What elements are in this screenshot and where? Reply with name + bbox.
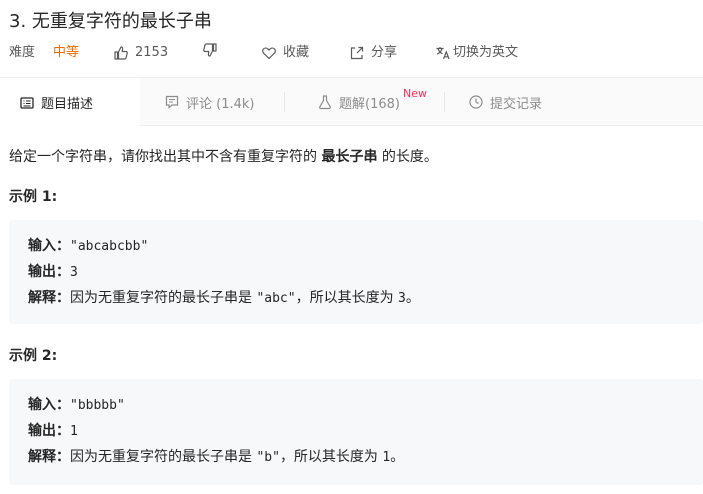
explanation-label: 解释： bbox=[28, 290, 70, 306]
like-button[interactable]: 2153 bbox=[113, 42, 168, 64]
description-icon bbox=[19, 95, 35, 111]
example-explanation: 解释：因为无重复字符的最长子串是 "b"，所以其长度为 1。 bbox=[28, 446, 404, 466]
problem-description: 给定一个字符串，请你找出其中不含有重复字符的 最长子串 的长度。 bbox=[9, 146, 438, 166]
tab-divider bbox=[284, 92, 285, 112]
new-badge: New bbox=[403, 87, 427, 100]
output-value: 1 bbox=[70, 424, 78, 439]
share-icon bbox=[349, 45, 365, 61]
example-output: 输出：3 bbox=[28, 261, 78, 281]
input-label: 输入： bbox=[28, 238, 70, 254]
input-label: 输入： bbox=[28, 397, 70, 413]
explanation-code: "b" bbox=[256, 450, 280, 465]
comment-icon bbox=[164, 94, 180, 110]
language-switch-label: 切换为英文 bbox=[453, 45, 519, 60]
explanation-number: 3 bbox=[398, 291, 406, 306]
difficulty-label: 难度 bbox=[9, 45, 36, 60]
language-switch-button[interactable]: 切换为英文 bbox=[435, 42, 518, 64]
share-label: 分享 bbox=[371, 45, 398, 60]
tab-description[interactable]: 题目描述 bbox=[0, 78, 140, 127]
input-value: "abcabcbb" bbox=[70, 239, 149, 254]
example-title: 示例 1: bbox=[9, 189, 58, 205]
dislike-button[interactable] bbox=[202, 42, 218, 58]
explanation-text: 因为无重复字符的最长子串是 bbox=[70, 449, 257, 465]
explanation-text: ，所以其长度为 bbox=[295, 290, 399, 306]
tab-submissions[interactable]: 提交记录 bbox=[468, 78, 542, 126]
flask-icon bbox=[317, 94, 333, 110]
output-label: 输出： bbox=[28, 264, 70, 280]
explanation-code: "abc" bbox=[256, 291, 296, 306]
clock-icon bbox=[468, 94, 484, 110]
tab-solutions-label: 题解(168) bbox=[339, 96, 400, 112]
thumbs-up-icon bbox=[113, 45, 129, 61]
share-button[interactable]: 分享 bbox=[349, 42, 397, 64]
like-count: 2153 bbox=[135, 45, 169, 60]
example-input: 输入："abcabcbb" bbox=[28, 235, 148, 255]
tab-divider bbox=[444, 92, 445, 112]
description-text: 给定一个字符串，请你找出其中不含有重复字符的 bbox=[9, 149, 322, 165]
problem-title: 3. 无重复字符的最长子串 bbox=[9, 11, 212, 32]
favorite-button[interactable]: 收藏 bbox=[261, 42, 309, 64]
tab-bar: 题目描述 评论 (1.4k) 题解(168) New 提交记录 bbox=[0, 77, 703, 127]
explanation-text: 。 bbox=[390, 449, 405, 465]
favorite-label: 收藏 bbox=[283, 45, 310, 60]
output-value: 3 bbox=[70, 265, 78, 280]
example-input: 输入："bbbbb" bbox=[28, 394, 125, 414]
description-emphasis: 最长子串 bbox=[321, 149, 378, 165]
thumbs-down-icon bbox=[202, 42, 218, 58]
example-explanation: 解释：因为无重复字符的最长子串是 "abc"，所以其长度为 3。 bbox=[28, 287, 420, 307]
difficulty-value: 中等 bbox=[53, 45, 80, 60]
example-box: 输入："abcabcbb" 输出：3 解释：因为无重复字符的最长子串是 "abc… bbox=[9, 220, 703, 324]
example-output: 输出：1 bbox=[28, 420, 78, 440]
tab-solutions[interactable]: 题解(168) bbox=[317, 78, 400, 126]
tab-submissions-label: 提交记录 bbox=[490, 96, 543, 112]
input-value: "bbbbb" bbox=[70, 398, 125, 413]
description-text: 的长度。 bbox=[377, 149, 438, 165]
problem-header: 3. 无重复字符的最长子串 难度 中等 2153 收藏 分享 切换为英文 bbox=[0, 0, 703, 76]
explanation-text: 因为无重复字符的最长子串是 bbox=[70, 290, 257, 306]
explanation-label: 解释： bbox=[28, 449, 70, 465]
translate-icon bbox=[435, 45, 451, 61]
example-box: 输入："bbbbb" 输出：1 解释：因为无重复字符的最长子串是 "b"，所以其… bbox=[9, 379, 703, 485]
explanation-text: 。 bbox=[405, 290, 420, 306]
example-title: 示例 2: bbox=[9, 348, 58, 364]
heart-icon bbox=[261, 45, 277, 61]
explanation-text: ，所以其长度为 bbox=[279, 449, 383, 465]
tab-description-label: 题目描述 bbox=[41, 97, 94, 112]
tab-comments[interactable]: 评论 (1.4k) bbox=[164, 78, 254, 126]
tab-comments-label: 评论 (1.4k) bbox=[186, 96, 255, 112]
output-label: 输出： bbox=[28, 423, 70, 439]
